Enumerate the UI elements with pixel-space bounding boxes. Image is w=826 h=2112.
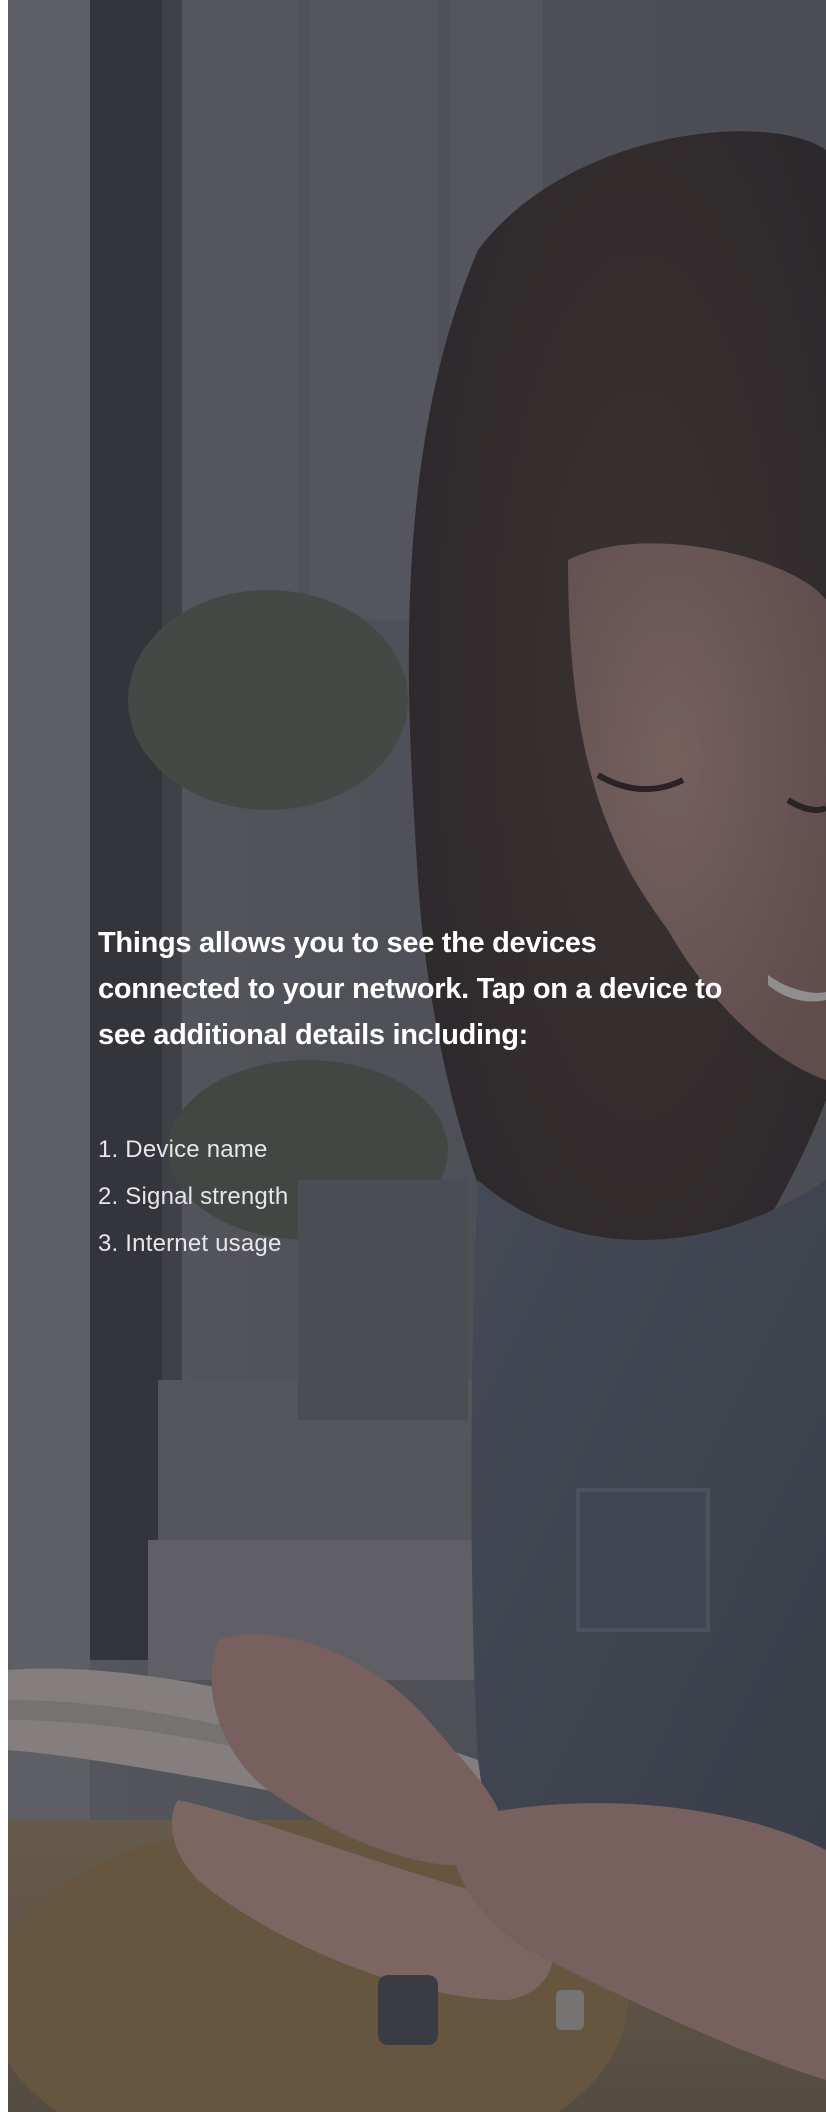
onboarding-content: Things allows you to see the devices con…: [98, 920, 738, 1267]
feature-item-device-name: 1. Device name: [98, 1136, 268, 1163]
onboarding-headline: Things allows you to see the devices con…: [98, 927, 723, 1051]
feature-list: 1. Device name 2. Signal strength 3. Int…: [98, 1126, 738, 1267]
feature-item-internet-usage: 3. Internet usage: [98, 1230, 282, 1257]
onboarding-screen: Things allows you to see the devices con…: [8, 0, 826, 2112]
feature-item-signal-strength: 2. Signal strength: [98, 1183, 289, 1210]
